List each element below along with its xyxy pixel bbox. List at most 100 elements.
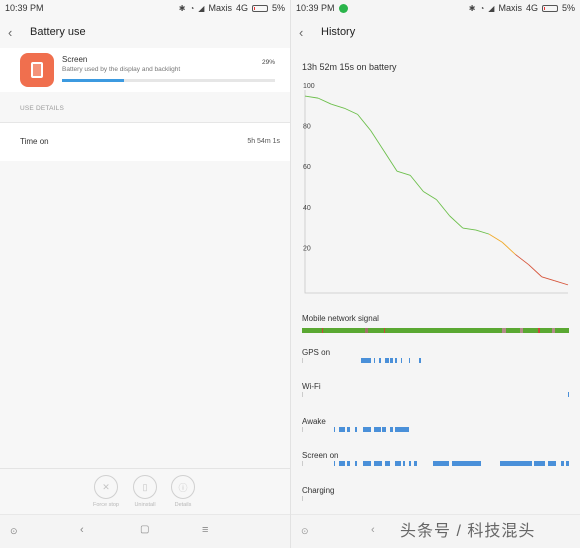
nav-back-icon[interactable]: ‹	[371, 524, 375, 536]
screen-icon	[20, 53, 54, 87]
track-segment	[347, 427, 351, 432]
battery-line-segment	[396, 170, 411, 176]
track-segment	[395, 427, 409, 432]
battery-percent: 5%	[561, 3, 575, 13]
track-segment	[384, 461, 391, 466]
uninstall-button[interactable]: ▯ Uninstall	[125, 475, 165, 508]
header: ‹ Battery use	[0, 16, 290, 48]
track-segment	[347, 461, 351, 466]
assistant-icon[interactable]: ⊙	[10, 526, 18, 537]
track-segment	[363, 427, 372, 432]
header: ‹ History	[291, 16, 580, 48]
y-tick-label: 20	[303, 245, 311, 252]
track-start-tick	[302, 496, 303, 501]
details-button[interactable]: ⓘ Details	[163, 475, 203, 508]
track-segment	[395, 358, 397, 363]
signal-icon: ◢	[488, 3, 495, 13]
awake-track	[302, 427, 569, 433]
action-bar: ✕ Force stop ▯ Uninstall ⓘ Details	[0, 468, 290, 514]
history-screen: 10:39 PM ✱ ◔ ◢ Maxis 4G 5% ‹ History 13h…	[290, 0, 580, 548]
battery-line-segment	[317, 97, 332, 105]
home-icon[interactable]: ▢	[140, 524, 149, 535]
time-on-row: Time on 5h 54m 1s	[0, 123, 290, 161]
battery-line-segment	[475, 229, 490, 235]
battery-line-segment	[528, 264, 543, 278]
track-segment	[379, 358, 381, 363]
track-segment	[547, 461, 556, 466]
watermark: 头条号 / 科技混头	[400, 523, 536, 540]
track-segment	[408, 461, 412, 466]
signal-drop	[322, 328, 323, 333]
back-icon[interactable]: ‹	[299, 25, 321, 40]
battery-line-segment	[462, 227, 477, 231]
track-segment	[560, 461, 564, 466]
track-segment	[382, 427, 387, 432]
battery-icon	[251, 4, 268, 12]
y-tick-label: 40	[303, 205, 311, 212]
battery-line-segment	[383, 150, 398, 172]
screen-usage-card: Screen Battery used by the display and b…	[0, 48, 290, 92]
assistant-icon[interactable]: ⊙	[301, 526, 309, 537]
track-segment	[390, 427, 393, 432]
signal-drop	[552, 328, 555, 333]
track-segment	[432, 461, 449, 466]
carrier-name: Maxis	[208, 3, 232, 13]
back-icon[interactable]: ‹	[8, 25, 30, 40]
status-bar: 10:39 PM ✱ ◔ ◢ Maxis 4G 5%	[291, 0, 580, 16]
track-segment	[408, 358, 411, 363]
track-segment	[355, 461, 357, 466]
track-segment	[355, 427, 357, 432]
menu-icon[interactable]: ≡	[202, 524, 208, 536]
app-percent: 29%	[261, 59, 275, 66]
section-label: USE DETAILS	[20, 105, 64, 112]
nav-back-icon[interactable]: ‹	[80, 524, 84, 536]
usage-bar	[62, 79, 275, 82]
page-title: Battery use	[30, 26, 86, 38]
track-segment	[403, 461, 405, 466]
gps-track	[302, 358, 569, 364]
signal-drop	[520, 328, 523, 333]
mobile-signal-track	[302, 328, 569, 333]
track-segment	[451, 461, 481, 466]
battery-time: 13h 52m 15s on battery	[302, 62, 397, 72]
battery-percent: 5%	[271, 3, 285, 13]
track-start-tick	[302, 461, 303, 466]
signal-drop	[384, 328, 385, 333]
track-segment	[363, 461, 372, 466]
track-start-tick	[302, 392, 303, 397]
time-on-label: Time on	[20, 137, 49, 146]
battery-line-segment	[423, 191, 437, 201]
force-stop-label: Force stop	[93, 502, 119, 508]
status-time: 10:39 PM	[5, 3, 44, 13]
battery-line-segment	[357, 114, 372, 131]
whatsapp-icon	[338, 3, 348, 13]
wifi-icon: ◔	[479, 3, 485, 13]
battery-line-segment	[488, 233, 503, 243]
battery-line-segment	[554, 280, 569, 286]
track-segment	[334, 427, 336, 432]
status-bar: 10:39 PM ✱ ◔ ◢ Maxis 4G 5%	[0, 0, 290, 16]
track-segment	[395, 461, 401, 466]
battery-line-segment	[541, 276, 555, 282]
y-tick-label: 100	[303, 83, 315, 90]
network-type: 4G	[525, 3, 538, 13]
force-stop-button[interactable]: ✕ Force stop	[86, 475, 126, 508]
screen-on-track	[302, 461, 569, 467]
track-segment	[384, 358, 389, 363]
track-segment	[339, 461, 345, 466]
track-segment	[534, 461, 545, 466]
track-label-charging: Charging	[302, 486, 335, 495]
signal-drop	[538, 328, 540, 333]
track-segment	[499, 461, 532, 466]
wifi-track	[302, 392, 569, 398]
page-title: History	[321, 26, 356, 38]
track-segment	[374, 461, 383, 466]
track-label-screen-on: Screen on	[302, 451, 339, 460]
bluetooth-icon: ✱	[468, 3, 476, 13]
details-label: Details	[174, 502, 192, 508]
track-segment	[363, 358, 372, 363]
battery-line-segment	[515, 254, 529, 265]
battery-line-segment	[501, 241, 516, 255]
track-segment	[400, 358, 403, 363]
track-segment	[334, 461, 336, 466]
